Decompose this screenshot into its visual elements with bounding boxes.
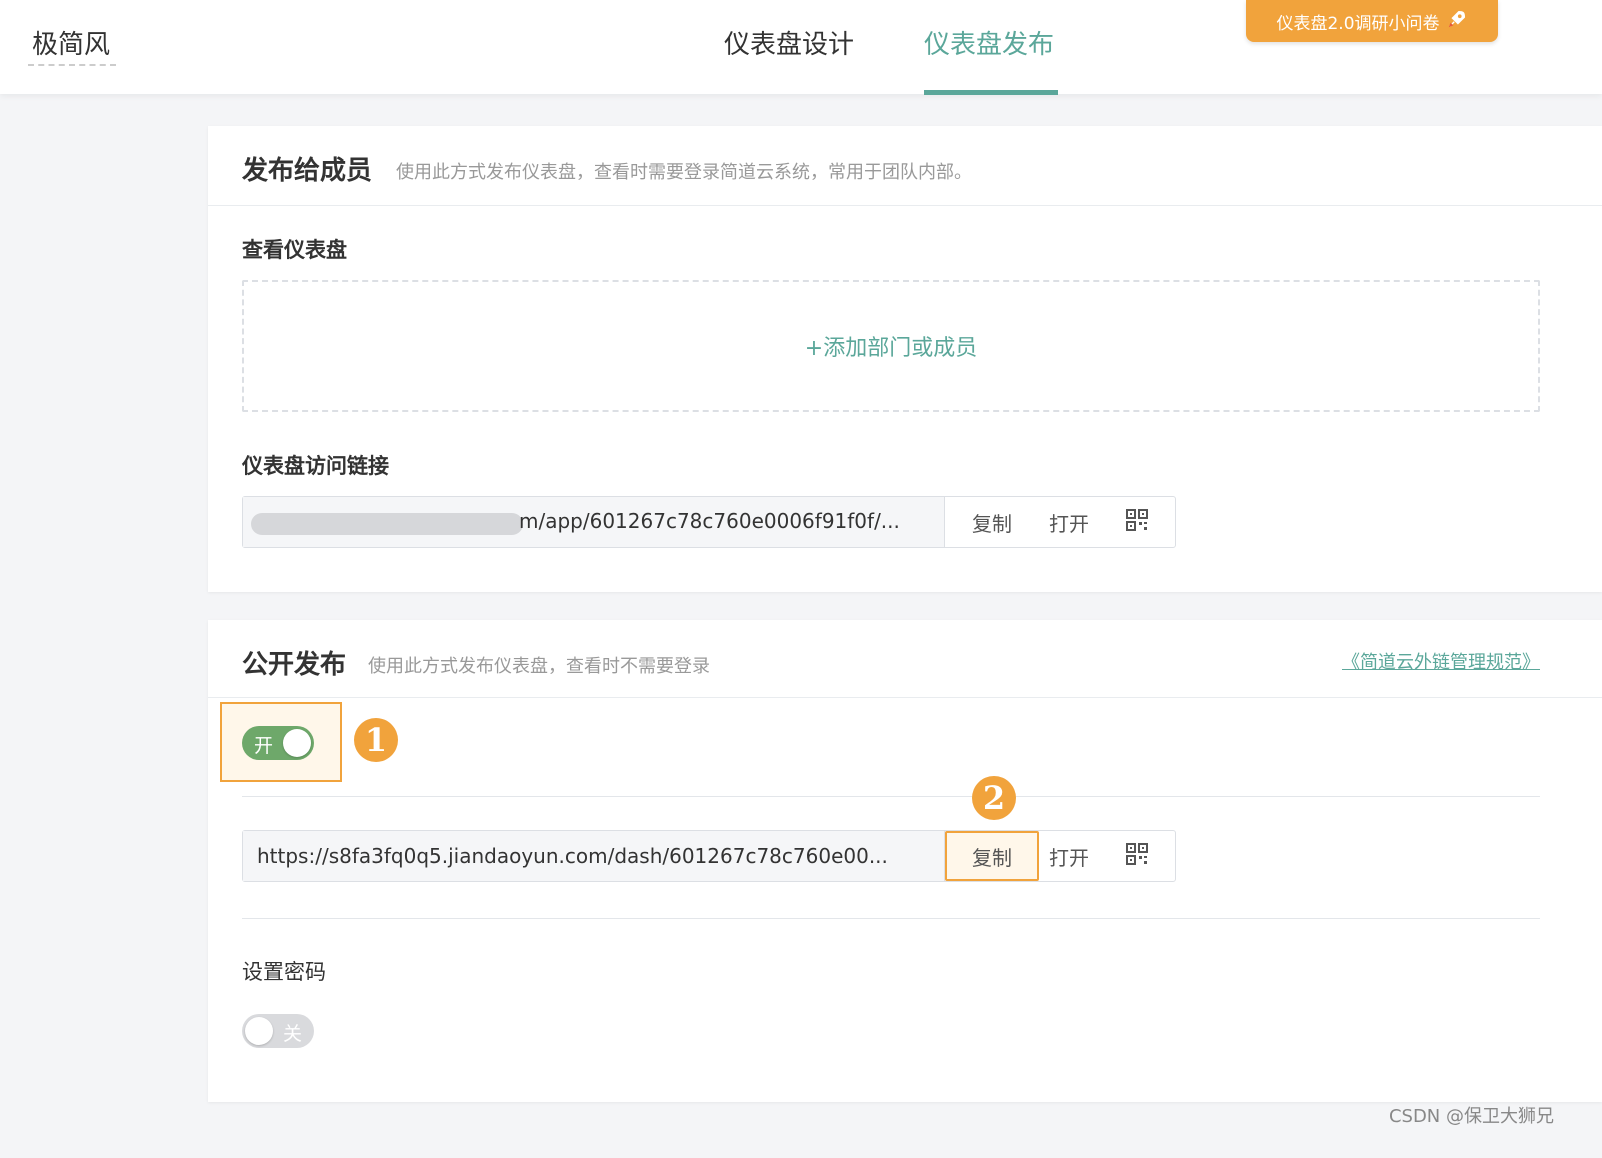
public-link-field[interactable]: https://s8fa3fq0q5.jiandaoyun.com/dash/6… (243, 831, 945, 881)
section-title: 公开发布 (242, 650, 347, 680)
external-link-rules-link[interactable]: 《简道云外链管理规范》 (1342, 648, 1540, 674)
set-password-toggle[interactable]: 关 (242, 1014, 314, 1048)
card-header: 公开发布 使用此方式发布仪表盘，查看时不需要登录 《简道云外链管理规范》 (208, 620, 1602, 698)
public-publish-card: 公开发布 使用此方式发布仪表盘，查看时不需要登录 《简道云外链管理规范》 开 1… (208, 620, 1602, 1102)
toggle-off-label: 关 (282, 1023, 302, 1045)
open-button[interactable]: 打开 (1039, 831, 1099, 881)
set-password-label: 设置密码 (242, 960, 326, 984)
rocket-icon (1446, 8, 1468, 35)
divider (242, 796, 1540, 797)
copy-button[interactable]: 复制 (945, 831, 1039, 881)
access-link-label: 仪表盘访问链接 (242, 454, 389, 478)
brand-name[interactable]: 极简风 (32, 24, 110, 61)
survey-button[interactable]: 仪表盘2.0调研小问卷 (1246, 0, 1498, 42)
member-link-row: m/app/601267c78c760e0006f91f0f/... 复制 打开 (242, 496, 1176, 548)
step-badge-1: 1 (354, 718, 398, 762)
watermark: CSDN @保卫大狮兄 (1388, 1106, 1554, 1127)
qr-code-button[interactable] (1099, 497, 1175, 547)
public-publish-toggle[interactable]: 开 (242, 726, 314, 760)
member-link-text: m/app/601267c78c760e0006f91f0f/... (519, 509, 900, 533)
copy-button[interactable]: 复制 (945, 497, 1039, 547)
publish-to-members-card: 发布给成员 使用此方式发布仪表盘，查看时需要登录简道云系统，常用于团队内部。 查… (208, 126, 1602, 592)
tab-dashboard-publish[interactable]: 仪表盘发布 (924, 24, 1054, 61)
redacted-url-part (251, 513, 523, 535)
tab-dashboard-design[interactable]: 仪表盘设计 (724, 24, 854, 61)
member-link-field[interactable]: m/app/601267c78c760e0006f91f0f/... (243, 497, 945, 547)
brand-dashed-underline (28, 64, 116, 66)
qr-code-icon (1126, 508, 1148, 536)
toggle-on-label: 开 (254, 735, 274, 757)
divider (242, 918, 1540, 919)
card-header: 发布给成员 使用此方式发布仪表盘，查看时需要登录简道云系统，常用于团队内部。 (208, 126, 1602, 206)
toggle-knob (245, 1017, 273, 1045)
view-dashboard-label: 查看仪表盘 (242, 238, 347, 262)
step-badge-2: 2 (972, 776, 1016, 820)
top-navigation-bar: 极简风 仪表盘设计 仪表盘发布 仪表盘2.0调研小问卷 (0, 0, 1602, 95)
public-link-row: https://s8fa3fq0q5.jiandaoyun.com/dash/6… (242, 830, 1176, 882)
section-description: 使用此方式发布仪表盘，查看时需要登录简道云系统，常用于团队内部。 (396, 162, 972, 183)
toggle-knob (283, 729, 311, 757)
section-description: 使用此方式发布仪表盘，查看时不需要登录 (368, 656, 710, 677)
qr-code-button[interactable] (1099, 831, 1175, 881)
add-department-or-member-button[interactable]: +添加部门或成员 (242, 280, 1540, 412)
add-button-label: +添加部门或成员 (804, 336, 978, 361)
qr-code-icon (1126, 842, 1148, 870)
section-title: 发布给成员 (242, 156, 373, 186)
active-tab-indicator (924, 90, 1058, 95)
survey-button-label: 仪表盘2.0调研小问卷 (1276, 13, 1440, 34)
open-button[interactable]: 打开 (1039, 497, 1099, 547)
